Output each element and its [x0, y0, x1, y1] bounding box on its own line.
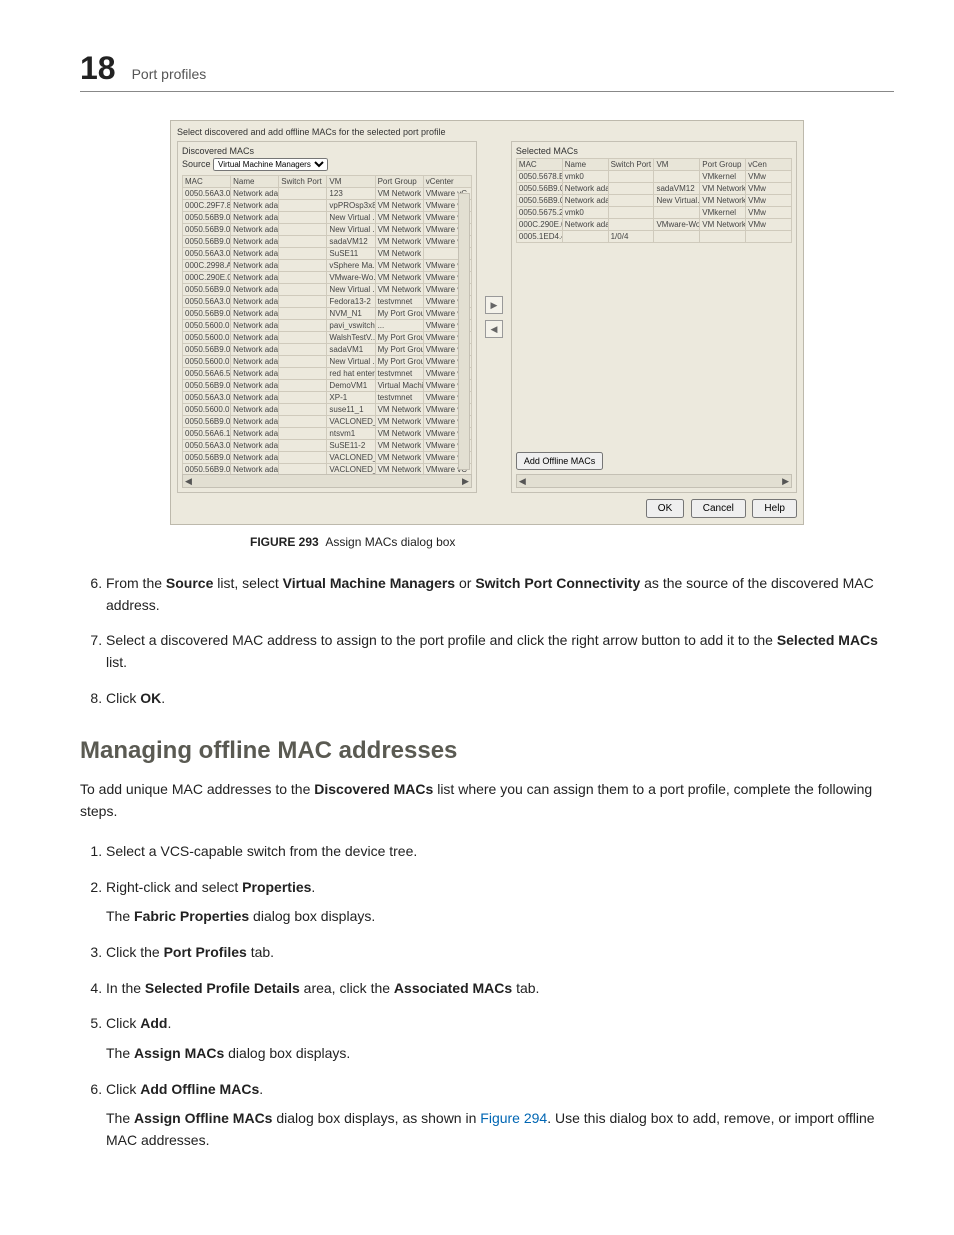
- step: Select a discovered MAC address to assig…: [106, 630, 894, 673]
- mover-buttons: ▶ ◀: [483, 141, 505, 493]
- table-row[interactable]: 000C.29F7.8...Network ada...vpPROsp3x86V…: [183, 200, 472, 212]
- horizontal-scrollbar[interactable]: ◀▶: [182, 474, 472, 488]
- source-select[interactable]: Virtual Machine Managers: [213, 158, 328, 171]
- selected-title: Selected MACs: [516, 146, 792, 156]
- move-left-button[interactable]: ◀: [485, 320, 503, 338]
- step: Click Add Offline MACs.The Assign Offlin…: [106, 1079, 894, 1152]
- move-right-button[interactable]: ▶: [485, 296, 503, 314]
- table-row[interactable]: 0050.56B9.0...Network ada...VACLONED_...…: [183, 416, 472, 428]
- ok-button[interactable]: OK: [646, 499, 684, 518]
- table-row[interactable]: 0050.5600.0...Network ada...WalshTestV..…: [183, 332, 472, 344]
- vertical-scrollbar[interactable]: [458, 193, 470, 470]
- table-row[interactable]: 0050.5600.0...Network ada...New Virtual …: [183, 356, 472, 368]
- step: Click Add.The Assign MACs dialog box dis…: [106, 1013, 894, 1064]
- table-row[interactable]: 000C.2998.A...Network ada...vSphere Ma..…: [183, 260, 472, 272]
- table-row[interactable]: 0050.56B9.0...Network ada...DemoVM1Virtu…: [183, 380, 472, 392]
- section-lead: To add unique MAC addresses to the Disco…: [80, 779, 894, 822]
- table-row[interactable]: 0050.56B9.0...Network ada...sadaVM12VM N…: [183, 236, 472, 248]
- selected-macs-panel: Selected MACs MACNameSwitch PortVMPort G…: [511, 141, 797, 493]
- table-row[interactable]: 0050.5600.0...Network ada...pavi_vswitch…: [183, 320, 472, 332]
- table-row[interactable]: 0050.56A3.0...Network ada...SuSE11-2VM N…: [183, 440, 472, 452]
- table-row[interactable]: 0050.56B9.000ANetwork adapter 1New Virtu…: [516, 195, 791, 207]
- table-row[interactable]: 000C.290E.0...Network ada...VMware-Wo...…: [183, 272, 472, 284]
- discovered-macs-panel: Discovered MACs Source Virtual Machine M…: [177, 141, 477, 493]
- horizontal-scrollbar[interactable]: ◀▶: [516, 474, 792, 488]
- cancel-button[interactable]: Cancel: [691, 499, 746, 518]
- table-row[interactable]: 0050.56A6.5...Network ada...red hat ente…: [183, 368, 472, 380]
- table-row[interactable]: 0050.56A3.0...Network ada...SuSE11VM Net…: [183, 248, 472, 260]
- step: From the Source list, select Virtual Mac…: [106, 573, 894, 616]
- chapter-number: 18: [80, 50, 116, 87]
- table-row[interactable]: 000C.290E.0116Network adapter 1VMware-Wo…: [516, 219, 791, 231]
- table-row[interactable]: 0050.56B9.0...Network ada...sadaVM1My Po…: [183, 344, 472, 356]
- discovered-table[interactable]: MACNameSwitch PortVMPort GroupvCenter 00…: [182, 175, 472, 488]
- help-button[interactable]: Help: [752, 499, 797, 518]
- table-row[interactable]: 0050.5600.0...Network ada...suse11_1VM N…: [183, 404, 472, 416]
- figure-caption: FIGURE 293 Assign MACs dialog box: [80, 535, 894, 549]
- page-header: 18 Port profiles: [80, 50, 894, 92]
- chapter-title: Port profiles: [132, 66, 207, 82]
- selected-table[interactable]: MACNameSwitch PortVMPort GroupvCen 0050.…: [516, 158, 792, 243]
- table-row[interactable]: 0050.56A3.0...Network ada...123VM Networ…: [183, 188, 472, 200]
- procedure-steps-b: Select a VCS-capable switch from the dev…: [80, 841, 894, 1152]
- table-row[interactable]: 0050.56B9.0...Network ada...New Virtual …: [183, 212, 472, 224]
- table-row[interactable]: 0050.5675.2F66vmk0VMkernelVMw: [516, 207, 791, 219]
- dialog-instruction: Select discovered and add offline MACs f…: [177, 127, 797, 137]
- step: Click the Port Profiles tab.: [106, 942, 894, 964]
- step: Click OK.: [106, 688, 894, 710]
- discovered-title: Discovered MACs: [182, 146, 472, 156]
- table-row[interactable]: 0050.56B9.002FNetwork adapter 1sadaVM12V…: [516, 183, 791, 195]
- table-row[interactable]: 0005.1ED4.4EBA1/0/4: [516, 231, 791, 243]
- step: In the Selected Profile Details area, cl…: [106, 978, 894, 1000]
- section-heading: Managing offline MAC addresses: [80, 737, 894, 765]
- assign-macs-dialog: Select discovered and add offline MACs f…: [170, 120, 804, 525]
- table-row[interactable]: 0050.56B9.0...Network ada...VACLONED_...…: [183, 452, 472, 464]
- table-row[interactable]: 0050.56A3.0...Network ada...XP-1testvmne…: [183, 392, 472, 404]
- table-row[interactable]: 0050.5678.B840vmk0VMkernelVMw: [516, 171, 791, 183]
- table-row[interactable]: 0050.56A6.1...Network ada...ntsvm1VM Net…: [183, 428, 472, 440]
- table-row[interactable]: 0050.56B9.0...Network ada...New Virtual …: [183, 284, 472, 296]
- table-row[interactable]: 0050.56B9.0...Network ada...NVM_N1My Por…: [183, 308, 472, 320]
- add-offline-macs-button[interactable]: Add Offline MACs: [516, 452, 603, 470]
- figure-link[interactable]: Figure 294: [480, 1110, 547, 1126]
- step: Select a VCS-capable switch from the dev…: [106, 841, 894, 863]
- table-row[interactable]: 0050.56A3.0...Network ada...Fedora13-2te…: [183, 296, 472, 308]
- source-label: Source: [182, 159, 211, 169]
- table-row[interactable]: 0050.56B9.0...Network ada...New Virtual …: [183, 224, 472, 236]
- procedure-steps-a: From the Source list, select Virtual Mac…: [80, 573, 894, 709]
- step: Right-click and select Properties.The Fa…: [106, 877, 894, 928]
